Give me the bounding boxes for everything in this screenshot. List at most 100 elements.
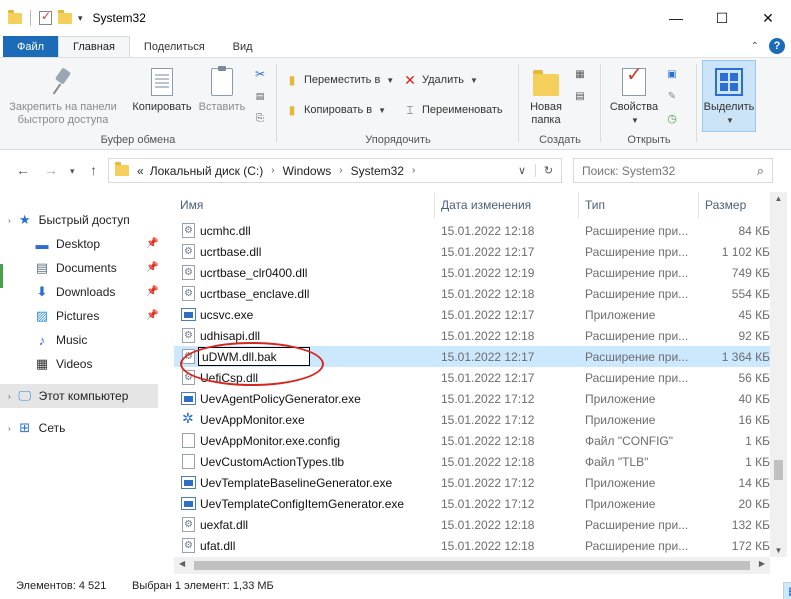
- nav-item-this-pc[interactable]: › 🖵 Этот компьютер: [0, 384, 158, 408]
- search-box[interactable]: ⌕: [573, 158, 773, 183]
- address-bar[interactable]: « Локальный диск (C:) › Windows › System…: [108, 158, 562, 183]
- easy-access-icon[interactable]: ▤: [572, 88, 588, 104]
- customize-quick-access-chevron-icon[interactable]: ▾: [78, 13, 83, 24]
- horizontal-scrollbar[interactable]: ◀ ▶: [174, 557, 770, 574]
- up-arrow-icon[interactable]: ↑: [90, 162, 97, 178]
- search-input[interactable]: [582, 163, 742, 178]
- file-size: 749 КБ: [731, 266, 770, 280]
- nav-item-documents[interactable]: ▤ Documents: [34, 256, 117, 280]
- maximize-button[interactable]: ☐: [699, 0, 745, 36]
- table-row[interactable]: UevAppMonitor.exe 15.01.2022 17:12 Приложе…: [174, 409, 770, 430]
- forward-arrow-icon[interactable]: →: [44, 162, 58, 178]
- nav-item-quick-access[interactable]: › ★ Быстрый доступ: [8, 208, 130, 232]
- vertical-scrollbar[interactable]: ▲ ▼: [770, 192, 787, 557]
- rename-button[interactable]: ⌶ Переименовать: [402, 102, 503, 118]
- select-button[interactable]: Выделить ▼: [702, 66, 756, 127]
- nav-item-downloads[interactable]: ⬇ Downloads: [34, 280, 116, 304]
- table-row[interactable]: ucsvc.exe 15.01.2022 12:17 Приложение 45 КБ: [174, 304, 770, 325]
- column-divider[interactable]: [698, 192, 699, 218]
- column-divider[interactable]: [434, 192, 435, 218]
- table-row[interactable]: ucrtbase_enclave.dll 15.01.2022 12:18 Расш…: [174, 283, 770, 304]
- new-folder-button[interactable]: Новая папка: [522, 66, 570, 127]
- pin-icon[interactable]: 📌: [146, 262, 158, 273]
- edit-icon[interactable]: ✎: [664, 88, 680, 104]
- rename-label: Переименовать: [422, 104, 503, 116]
- column-header-type[interactable]: Тип: [585, 198, 605, 212]
- scroll-right-arrow-icon[interactable]: ▶: [759, 559, 765, 568]
- new-item-icon[interactable]: ▦: [572, 66, 588, 82]
- table-row[interactable]: UevAgentPolicyGenerator.exe 15.01.2022 17…: [174, 388, 770, 409]
- horizontal-scroll-thumb[interactable]: [194, 561, 750, 570]
- pin-quick-access-button[interactable]: Закрепить на панели быстрого доступа: [8, 66, 118, 127]
- new-folder-icon[interactable]: [58, 9, 72, 24]
- large-icons-view-icon[interactable]: ▦: [783, 582, 791, 599]
- file-size: 56 КБ: [738, 371, 770, 385]
- open-icon[interactable]: ▣: [664, 66, 680, 82]
- column-header-size[interactable]: Размер: [705, 198, 746, 212]
- tab-view[interactable]: Вид: [219, 36, 267, 57]
- table-row[interactable]: ucrtbase.dll 15.01.2022 12:17 Расширение п…: [174, 241, 770, 262]
- table-row[interactable]: ucrtbase_clr0400.dll 15.01.2022 12:19 Расш…: [174, 262, 770, 283]
- breadcrumb-system32[interactable]: System32: [351, 164, 404, 178]
- file-date: 15.01.2022 12:18: [441, 287, 535, 301]
- address-dropdown-chevron-icon[interactable]: ∨: [509, 164, 535, 177]
- minimize-ribbon-chevron-icon[interactable]: ⌃: [751, 41, 759, 52]
- breadcrumb-local-disk[interactable]: Локальный диск (C:): [150, 164, 264, 178]
- table-row[interactable]: uexfat.dll 15.01.2022 12:18 Расширение при…: [174, 514, 770, 535]
- cut-icon[interactable]: ✂: [252, 66, 268, 82]
- history-icon[interactable]: ◷: [664, 110, 680, 126]
- scroll-down-arrow-icon[interactable]: ▼: [770, 546, 787, 555]
- pin-label-2: быстрого доступа: [17, 114, 109, 126]
- column-divider[interactable]: [578, 192, 579, 218]
- copy-button[interactable]: Копировать: [126, 66, 198, 114]
- table-row[interactable]: UevCustomActionTypes.tlb 15.01.2022 12:18…: [174, 451, 770, 472]
- tab-file[interactable]: Файл: [3, 36, 59, 57]
- expand-chevron-icon[interactable]: ›: [8, 424, 11, 433]
- column-header-name[interactable]: Имя: [180, 198, 203, 212]
- breadcrumb-windows[interactable]: Windows: [283, 164, 332, 178]
- tab-home[interactable]: Главная: [58, 36, 130, 57]
- delete-button[interactable]: ✕ Удалить ▼: [402, 72, 478, 88]
- pin-icon[interactable]: 📌: [146, 310, 158, 321]
- nav-item-desktop[interactable]: ▬ Desktop: [34, 232, 101, 256]
- refresh-icon[interactable]: ↻: [535, 164, 561, 177]
- table-row[interactable]: ucmhc.dll 15.01.2022 12:18 Расширение при.…: [174, 220, 770, 241]
- copy-to-button[interactable]: ▮ Копировать в ▼: [284, 102, 386, 118]
- breadcrumb-chevron-icon[interactable]: ›: [339, 165, 342, 176]
- table-row[interactable]: uDWM.dll.bak 15.01.2022 12:17 Расширение п…: [174, 346, 770, 367]
- table-row[interactable]: UevAppMonitor.exe.config 15.01.2022 12:18…: [174, 430, 770, 451]
- address-overflow[interactable]: «: [137, 164, 144, 178]
- nav-item-music[interactable]: ♪ Music: [34, 328, 88, 352]
- download-icon: ⬇: [36, 284, 48, 299]
- nav-item-network[interactable]: › ⊞ Сеть: [8, 416, 65, 440]
- expand-chevron-icon[interactable]: ›: [8, 392, 11, 401]
- pin-icon[interactable]: 📌: [146, 238, 158, 249]
- scroll-up-arrow-icon[interactable]: ▲: [770, 194, 787, 203]
- properties-icon[interactable]: [39, 9, 52, 25]
- table-row[interactable]: UevTemplateBaselineGenerator.exe 15.01.20…: [174, 472, 770, 493]
- copy-path-icon[interactable]: ▤: [252, 88, 268, 104]
- column-header-date[interactable]: Дата изменения: [441, 198, 531, 212]
- nav-item-videos[interactable]: ▦ Videos: [34, 352, 93, 376]
- file-size: 172 КБ: [731, 539, 770, 553]
- expand-chevron-icon[interactable]: ›: [8, 216, 11, 225]
- breadcrumb-chevron-icon[interactable]: ›: [412, 165, 415, 176]
- table-row[interactable]: UevTemplateConfigItemGenerator.exe 15.01.…: [174, 493, 770, 514]
- table-row[interactable]: ufat.dll 15.01.2022 12:18 Расширение при..…: [174, 535, 770, 556]
- move-to-button[interactable]: ▮ Переместить в ▼: [284, 72, 395, 88]
- breadcrumb-chevron-icon[interactable]: ›: [271, 165, 274, 176]
- tab-share[interactable]: Поделиться: [130, 36, 219, 57]
- paste-shortcut-icon[interactable]: ⎘: [252, 110, 268, 126]
- back-arrow-icon[interactable]: ←: [16, 162, 30, 178]
- pin-icon[interactable]: 📌: [146, 286, 158, 297]
- nav-item-pictures[interactable]: ▨ Pictures: [34, 304, 100, 328]
- vertical-scroll-thumb[interactable]: [774, 460, 783, 480]
- search-icon[interactable]: ⌕: [757, 163, 764, 179]
- properties-button[interactable]: Свойства ▼: [606, 66, 662, 127]
- recent-locations-chevron-icon[interactable]: ▾: [70, 166, 75, 177]
- help-icon[interactable]: ?: [769, 38, 785, 54]
- scroll-left-arrow-icon[interactable]: ◀: [179, 559, 185, 568]
- paste-button[interactable]: Вставить: [196, 66, 248, 114]
- close-button[interactable]: ✕: [745, 0, 791, 36]
- minimize-button[interactable]: —: [653, 0, 699, 36]
